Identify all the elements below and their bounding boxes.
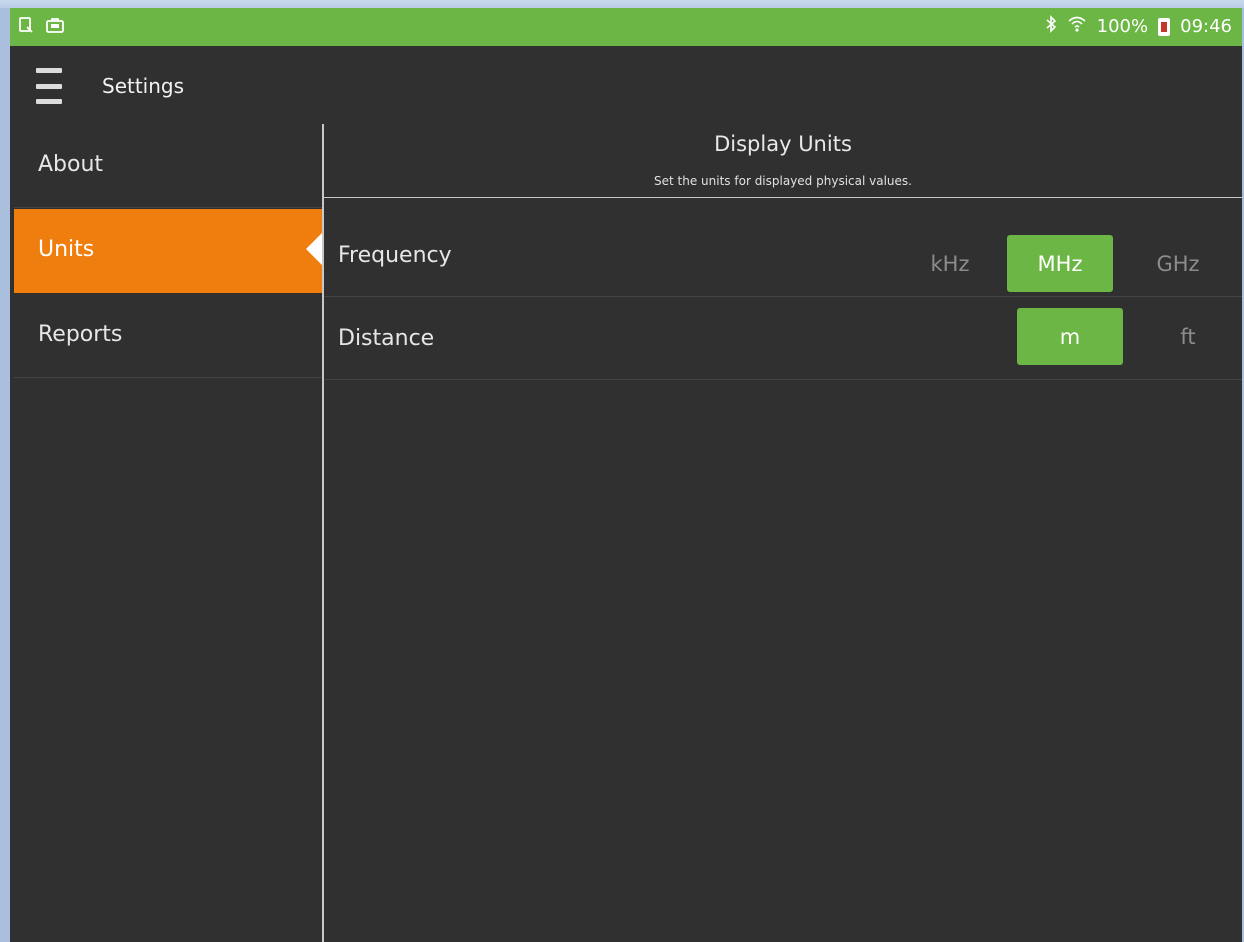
sidebar-item-label: Units <box>38 237 95 262</box>
hamburger-menu-icon[interactable] <box>36 68 62 104</box>
setting-label: Distance <box>338 326 435 351</box>
sidebar-item-about[interactable]: About <box>14 124 322 208</box>
option-ft[interactable]: ft <box>1142 308 1234 365</box>
units-panel: Display Units Set the units for displaye… <box>324 124 1242 942</box>
briefcase-icon <box>46 17 64 37</box>
status-left-icons <box>18 17 64 37</box>
status-bar: 100% 09:46 <box>10 8 1242 46</box>
setting-label: Frequency <box>338 243 452 268</box>
selected-caret-icon <box>306 233 322 265</box>
section-divider <box>324 197 1242 198</box>
sidebar-item-label: Reports <box>38 322 123 347</box>
sidebar-item-units[interactable]: Units <box>14 209 322 293</box>
app-bar: Settings <box>10 46 1242 124</box>
option-m[interactable]: m <box>1017 308 1123 365</box>
setting-row-frequency: Frequency kHz MHz GHz <box>324 215 1242 297</box>
wifi-icon <box>1067 15 1087 38</box>
clock: 09:46 <box>1180 16 1232 37</box>
hamburger-line <box>36 99 62 104</box>
option-ghz[interactable]: GHz <box>1132 235 1224 292</box>
sidebar-item-reports[interactable]: Reports <box>14 294 322 378</box>
bluetooth-icon <box>1045 15 1057 38</box>
section-title: Display Units <box>714 132 852 156</box>
battery-text: 100% <box>1096 16 1149 37</box>
hamburger-line <box>36 68 62 73</box>
app-screen: 100% 09:46 Settings About Units Reports … <box>10 8 1242 942</box>
window-frame-top <box>0 0 1244 8</box>
option-mhz[interactable]: MHz <box>1007 235 1113 292</box>
sidebar-item-label: About <box>38 152 104 177</box>
settings-sidebar: About Units Reports <box>14 124 322 942</box>
setting-row-distance: Distance m ft <box>324 298 1242 380</box>
screenshot-icon <box>18 17 34 37</box>
section-subtitle: Set the units for displayed physical val… <box>654 174 912 188</box>
option-khz[interactable]: kHz <box>904 235 996 292</box>
window-frame-left <box>0 8 10 942</box>
battery-icon <box>1158 17 1171 36</box>
page-title: Settings <box>102 74 185 98</box>
hamburger-line <box>36 83 62 89</box>
status-right-icons: 100% 09:46 <box>1045 15 1232 38</box>
